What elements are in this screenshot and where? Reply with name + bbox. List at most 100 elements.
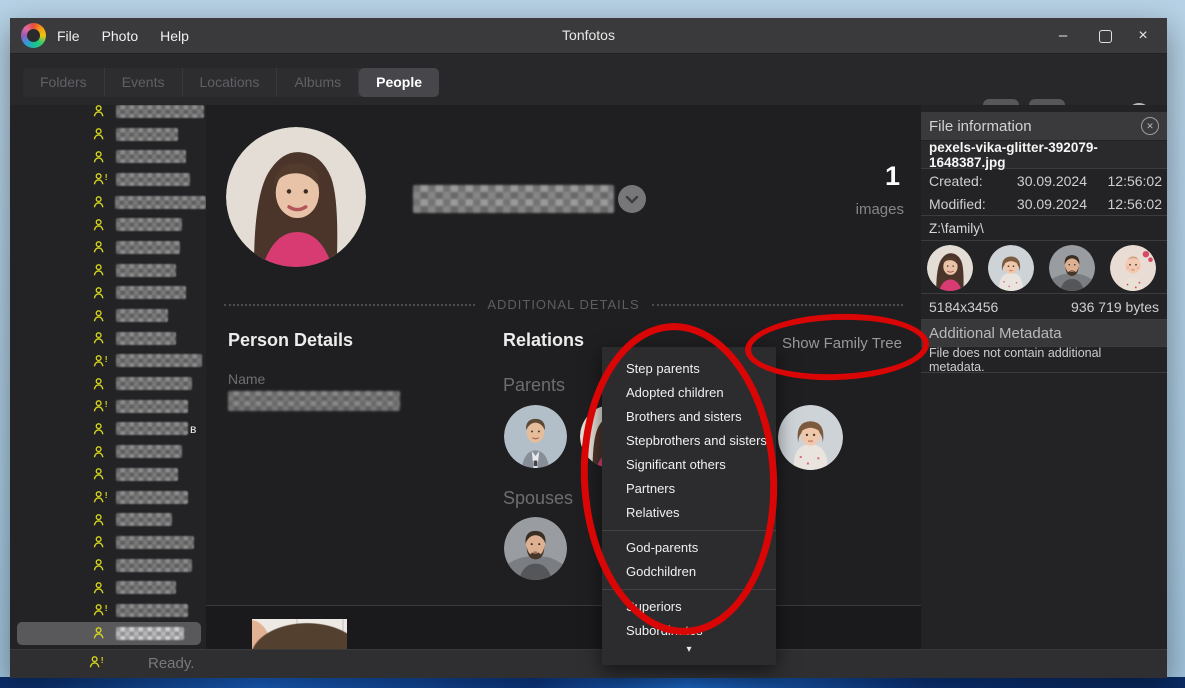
menu-help[interactable]: Help	[160, 28, 189, 44]
censored-name	[116, 468, 178, 481]
person-alert-icon: !	[92, 354, 116, 368]
menu-item-god-parents[interactable]: God-parents	[602, 536, 776, 560]
tab-locations[interactable]: Locations	[183, 68, 278, 97]
panel-close-icon[interactable]: ✕	[1141, 117, 1159, 135]
menu-file[interactable]: File	[57, 28, 80, 44]
file-path: Z:\family\	[921, 215, 1167, 241]
person-list-item[interactable]	[10, 105, 206, 123]
menu-separator	[602, 530, 776, 531]
person-list-item[interactable]	[17, 622, 201, 645]
person-icon	[92, 331, 116, 345]
svg-text:!: !	[105, 490, 108, 500]
image-count: 1	[885, 161, 900, 192]
child-photo[interactable]	[778, 405, 843, 470]
face-thumbnail[interactable]	[988, 245, 1034, 291]
person-list-item[interactable]	[10, 327, 206, 350]
person-icon	[92, 286, 116, 300]
menu-item-subordinates[interactable]: Subordinates	[602, 619, 776, 643]
app-logo-icon	[21, 23, 46, 48]
menu-item-superiors[interactable]: Superiors	[602, 595, 776, 619]
person-icon	[92, 535, 116, 549]
chevron-down-icon	[625, 195, 639, 204]
person-list-item[interactable]: !	[10, 395, 206, 418]
censored-name	[116, 445, 182, 458]
spouses-label: Spouses	[503, 488, 573, 509]
person-list-item[interactable]	[10, 259, 206, 282]
person-list-item[interactable]	[10, 554, 206, 577]
person-icon	[92, 445, 116, 459]
person-icon	[92, 263, 116, 277]
person-list-item[interactable]: !	[10, 350, 206, 373]
menu-item-significant-others[interactable]: Significant others	[602, 453, 776, 477]
person-list-item[interactable]: !	[10, 599, 206, 622]
dimensions-row: 5184x3456 936 719 bytes	[921, 295, 1167, 320]
tab-events[interactable]: Events	[105, 68, 183, 97]
person-list-item[interactable]: в	[10, 418, 206, 441]
person-list-item[interactable]	[10, 191, 206, 214]
person-list-item[interactable]	[10, 213, 206, 236]
person-icon	[92, 127, 116, 141]
face-thumbnail[interactable]	[927, 245, 973, 291]
menu-item-partners[interactable]: Partners	[602, 477, 776, 501]
person-alert-icon: !	[92, 399, 116, 413]
modified-time: 12:56:02	[1087, 196, 1162, 212]
svg-text:!: !	[105, 603, 108, 613]
menu-item-adopted-children[interactable]: Adopted children	[602, 381, 776, 405]
status-text: Ready.	[148, 655, 194, 672]
menu-more-indicator[interactable]: ▾	[602, 643, 776, 659]
name-menu-button[interactable]	[618, 185, 646, 213]
face-thumbnail[interactable]	[1110, 245, 1156, 291]
person-list-item[interactable]: !	[10, 168, 206, 191]
tab-albums[interactable]: Albums	[277, 68, 359, 97]
menu-item-godchildren[interactable]: Godchildren	[602, 560, 776, 584]
file-size: 936 719 bytes	[1071, 299, 1159, 315]
profile-photo[interactable]	[226, 127, 366, 267]
menu-item-relatives[interactable]: Relatives	[602, 501, 776, 525]
person-list-item[interactable]	[10, 145, 206, 168]
created-label: Created:	[929, 173, 992, 189]
tab-folders[interactable]: Folders	[23, 68, 105, 97]
partial-photo-thumbnail[interactable]	[252, 619, 347, 651]
person-icon	[92, 309, 116, 323]
person-list-item[interactable]	[10, 304, 206, 327]
person-list-item[interactable]	[10, 440, 206, 463]
person-list-item[interactable]: !	[10, 486, 206, 509]
menu-item-step-parents[interactable]: Step parents	[602, 357, 776, 381]
additional-details-divider: ADDITIONAL DETAILS	[224, 297, 903, 312]
censored-name	[116, 536, 194, 549]
close-button[interactable]: ×	[1123, 18, 1163, 53]
censored-name	[116, 627, 184, 640]
person-list-item[interactable]	[10, 463, 206, 486]
person-list-item[interactable]	[10, 236, 206, 259]
modified-row: Modified: 30.09.2024 12:56:02	[921, 192, 1167, 215]
censored-name	[116, 218, 182, 231]
person-list-item[interactable]	[10, 372, 206, 395]
tab-people[interactable]: People	[359, 68, 439, 97]
menubar: File Photo Help	[57, 18, 189, 53]
filename: pexels-vika-glitter-392079-1648387.jpg	[921, 141, 1167, 169]
person-list-item[interactable]	[10, 508, 206, 531]
modified-date: 30.09.2024	[992, 196, 1087, 212]
person-icon	[92, 377, 116, 391]
parents-label: Parents	[503, 375, 565, 396]
divider-label: ADDITIONAL DETAILS	[487, 297, 639, 312]
person-list-item[interactable]	[10, 282, 206, 305]
menu-item-brothers-and-sisters[interactable]: Brothers and sisters	[602, 405, 776, 429]
spouse-photo[interactable]	[504, 517, 567, 580]
person-list-item[interactable]	[10, 531, 206, 554]
face-thumbnail[interactable]	[1049, 245, 1095, 291]
status-bar: ! Ready.	[10, 649, 1167, 678]
show-family-tree-button[interactable]: Show Family Tree	[782, 335, 902, 352]
menu-photo[interactable]: Photo	[102, 28, 139, 44]
person-list-item[interactable]	[10, 576, 206, 599]
content-area: !!!в!! 1 images ADDITIONAL DETAILS Perso…	[10, 105, 1167, 650]
name-field-value-censored[interactable]	[228, 391, 400, 411]
maximize-button[interactable]	[1085, 18, 1125, 53]
person-list-item[interactable]	[10, 123, 206, 146]
person-icon	[92, 150, 116, 164]
people-list: !!! в!!	[10, 105, 206, 645]
menu-item-stepbrothers-and-sisters[interactable]: Stepbrothers and sisters	[602, 429, 776, 453]
parent-photo[interactable]	[504, 405, 567, 468]
person-icon	[92, 558, 116, 572]
minimize-button[interactable]: –	[1043, 18, 1083, 53]
